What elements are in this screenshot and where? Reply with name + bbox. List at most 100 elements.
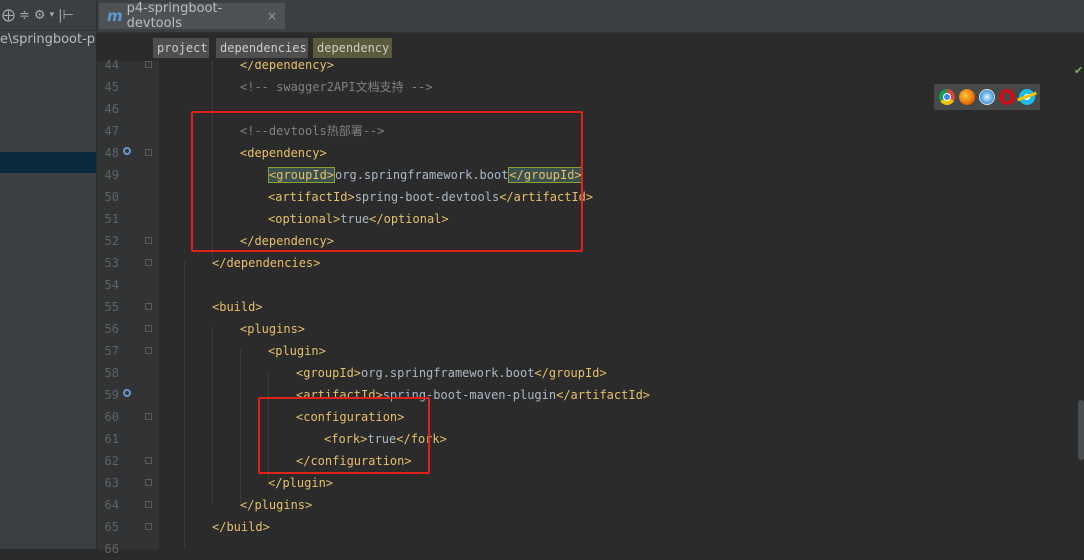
gutter-line: 61 [97, 428, 159, 450]
line-number: 46 [104, 102, 119, 116]
line-number: 65 [104, 520, 119, 534]
browser-preview-bar [934, 84, 1040, 110]
indent-guide [212, 327, 213, 503]
xml-tag: <build> [212, 300, 263, 314]
breadcrumb-dependencies[interactable]: dependencies [216, 38, 308, 58]
project-path[interactable]: e\springboot-pr [0, 30, 96, 47]
maven-file-icon: m [107, 7, 123, 25]
firefox-icon[interactable] [959, 89, 975, 105]
line-number: 62 [104, 454, 119, 468]
xml-comment: <!-- swagger2API文档支持 --> [240, 80, 433, 94]
breadcrumb-project[interactable]: project [153, 38, 209, 58]
fold-marker-icon[interactable] [145, 259, 152, 266]
tab-title: p4-springboot-devtools [126, 1, 223, 31]
code-line[interactable]: </dependencies> [212, 252, 320, 274]
fold-marker-icon[interactable] [145, 61, 152, 68]
code-line[interactable]: </plugin> [268, 472, 333, 494]
xml-tag: </artifactId> [556, 388, 651, 402]
gutter-line: 48 [97, 142, 159, 164]
highlight-box-devtools-dependency [191, 111, 583, 252]
fold-marker-icon[interactable] [145, 523, 152, 530]
vertical-scrollbar[interactable] [1078, 400, 1084, 460]
xml-tag: <groupId> [296, 366, 362, 380]
code-line[interactable]: </build> [212, 516, 270, 538]
fold-marker-icon[interactable] [145, 457, 152, 464]
hide-panel-icon[interactable]: |⊢ [58, 8, 74, 23]
xml-tag: </dependency> [240, 61, 334, 72]
gutter-line: 47 [97, 120, 159, 142]
gutter-line: 57 [97, 340, 159, 362]
xml-tag: </dependencies> [212, 256, 321, 270]
fold-marker-icon[interactable] [145, 237, 152, 244]
project-toolbar: ⨁ ≑ ⚙ ▾ |⊢ [0, 0, 96, 31]
fold-marker-icon[interactable] [145, 501, 152, 508]
line-number: 58 [104, 366, 119, 380]
collapse-all-icon[interactable]: ≑ [19, 8, 30, 23]
selected-tree-row[interactable] [0, 152, 96, 173]
gutter-line: 58 [97, 362, 159, 384]
fold-marker-icon[interactable] [145, 303, 152, 310]
indent-guide [184, 261, 185, 549]
line-number: 61 [104, 432, 119, 446]
line-number: 59 [104, 388, 119, 402]
gutter-line: 62 [97, 450, 159, 472]
xml-tag: <plugin> [268, 344, 326, 358]
xml-tag: </groupId> [534, 366, 607, 380]
code-line[interactable]: <groupId>org.springframework.boot</group… [296, 362, 607, 384]
code-line[interactable]: <build> [212, 296, 263, 318]
line-number: 50 [104, 190, 119, 204]
line-number: 54 [104, 278, 119, 292]
gutter-line: 51 [97, 208, 159, 230]
ie-icon[interactable] [1017, 89, 1037, 105]
line-number: 44 [104, 58, 119, 72]
gutter-line: 55 [97, 296, 159, 318]
opera-icon[interactable] [999, 89, 1015, 105]
gutter-line: 63 [97, 472, 159, 494]
xml-tag: </plugins> [240, 498, 313, 512]
close-tab-icon[interactable]: × [267, 9, 277, 23]
editor-tab-bar: m p4-springboot-devtools × [97, 0, 1084, 33]
line-number: 64 [104, 498, 119, 512]
line-number: 48 [104, 146, 119, 160]
gutter-line: 46 [97, 98, 159, 120]
code-line[interactable]: </plugins> [240, 494, 312, 516]
code-line[interactable]: </dependency> [240, 61, 334, 76]
code-line[interactable]: <plugins> [240, 318, 305, 340]
gutter-line: 50 [97, 186, 159, 208]
line-number: 52 [104, 234, 119, 248]
line-number: 45 [104, 80, 119, 94]
editor-tab[interactable]: m p4-springboot-devtools × [99, 1, 285, 31]
breadcrumb-dependency[interactable]: dependency [313, 38, 392, 58]
fold-marker-icon[interactable] [145, 479, 152, 486]
breadcrumb: project dependencies dependency [97, 33, 1084, 61]
safari-icon[interactable] [979, 89, 995, 105]
gutter-line: 52 [97, 230, 159, 252]
gutter-line: 65 [97, 516, 159, 538]
maven-dependency-icon[interactable] [123, 389, 131, 397]
xml-tag: <plugins> [240, 322, 306, 336]
fold-marker-icon[interactable] [145, 149, 152, 156]
gutter-line: 54 [97, 274, 159, 296]
line-number-gutter: 44 45 46 47 48 49 50 51 52 53 54 55 56 57 58 59 60 61 62 63… [97, 58, 159, 556]
fold-marker-icon[interactable] [145, 347, 152, 354]
settings-gear-icon[interactable]: ⚙ [34, 8, 46, 23]
line-number: 53 [104, 256, 119, 270]
fold-marker-icon[interactable] [145, 413, 152, 420]
gutter-line: 59 [97, 384, 159, 406]
chrome-icon[interactable] [939, 89, 955, 105]
gutter-line: 56 [97, 318, 159, 340]
gutter-line: 45 [97, 76, 159, 98]
line-number: 51 [104, 212, 119, 226]
code-line[interactable]: <plugin> [268, 340, 326, 362]
line-number: 63 [104, 476, 119, 490]
gutter-line: 64 [97, 494, 159, 516]
scroll-from-source-icon[interactable]: ⨁ [2, 8, 15, 23]
indent-guide [240, 349, 241, 503]
fold-marker-icon[interactable] [145, 325, 152, 332]
project-tool-window: ⨁ ≑ ⚙ ▾ |⊢ e\springboot-pr [0, 0, 97, 549]
dropdown-arrow-icon[interactable]: ▾ [50, 10, 55, 20]
code-line[interactable]: <!-- swagger2API文档支持 --> [240, 76, 433, 98]
gutter-line: 44 [97, 54, 159, 76]
maven-dependency-icon[interactable] [123, 147, 131, 155]
xml-tag: </build> [212, 520, 270, 534]
